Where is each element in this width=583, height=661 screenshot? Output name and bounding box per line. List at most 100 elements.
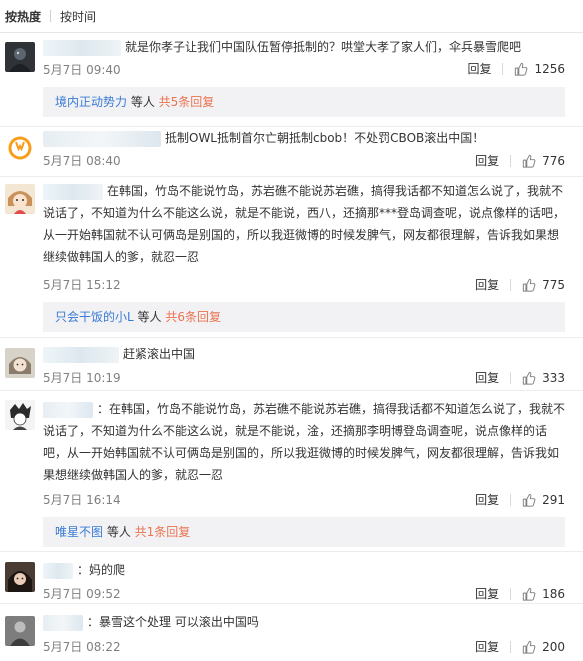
comment-item: 在韩国，竹岛不能说竹岛，苏岩礁不能说苏岩礁，搞得我话都不知道怎么说了，我就不说话… [0, 177, 583, 338]
comment-date: 5月7日 10:19 [43, 371, 121, 385]
thumbs-up-icon [522, 640, 536, 654]
divider [510, 587, 512, 600]
sort-by-hot-tab[interactable]: 按热度 [5, 8, 41, 25]
divider [510, 278, 512, 291]
comment-body: 抵制OWL抵制首尔亡朝抵制cbob！不处罚CBOB滚出中国！ [165, 131, 485, 145]
comment-item: 就是你孝子让我们中国队伍暂停抵制的？哄堂大孝了家人们，伞兵暴雪爬吧 5月7日 0… [0, 32, 583, 127]
thumbs-up-icon [522, 587, 536, 601]
comment-date: 5月7日 09:40 [43, 63, 121, 77]
sort-tabs: 按热度 按时间 [0, 0, 583, 32]
like-button[interactable]: 291 [522, 493, 565, 507]
comment-date: 5月7日 08:40 [43, 154, 121, 168]
grey-figure-avatar[interactable] [5, 616, 35, 646]
comment-actions: 回复 1256 [467, 60, 565, 77]
sub-reply-count-link[interactable]: 共5条回复 [159, 95, 215, 109]
like-button[interactable]: 1256 [514, 62, 565, 76]
reply-button[interactable]: 回复 [475, 369, 499, 386]
comment-text: ：暴雪这个处理 可以滚出中国吗 [43, 611, 567, 633]
reply-button[interactable]: 回复 [475, 276, 499, 293]
divider [510, 493, 512, 506]
comment-actions: 回复 200 [475, 638, 565, 655]
comment-body: ：在韩国，竹岛不能说竹岛，苏岩礁不能说苏岩礁，搞得我话都不知道怎么说了，我就不说… [43, 402, 566, 482]
sub-reply-count-link[interactable]: 共1条回复 [135, 525, 191, 539]
dark-figure-avatar[interactable] [5, 42, 35, 72]
username-redacted[interactable] [43, 183, 103, 200]
sub-reply-count-link[interactable]: 共6条回复 [165, 310, 221, 324]
sort-by-time-tab[interactable]: 按时间 [60, 8, 96, 25]
comment-actions: 回复 333 [475, 369, 565, 386]
sub-reply-user[interactable]: 只会干饭的小L [55, 310, 134, 324]
comment-text: ：妈的爬 [43, 559, 567, 581]
username-redacted[interactable] [43, 346, 119, 363]
sub-reply-connector: 等人 [133, 310, 166, 324]
comment-item: 赶紧滚出中国 5月7日 10:19 回复 333 [0, 338, 583, 391]
comment-date: 5月7日 08:22 [43, 640, 121, 654]
comment-text: ：在韩国，竹岛不能说竹岛，苏岩礁不能说苏岩礁，搞得我话都不知道怎么说了，我就不说… [43, 398, 567, 486]
comment-text: 就是你孝子让我们中国队伍暂停抵制的？哄堂大孝了家人们，伞兵暴雪爬吧 [43, 36, 567, 58]
reply-button[interactable]: 回复 [467, 60, 491, 77]
like-button[interactable]: 186 [522, 587, 565, 601]
sub-reply-summary[interactable]: 唯星不图 等人 共1条回复 [43, 517, 565, 547]
username-redacted[interactable] [43, 401, 93, 418]
divider [510, 371, 512, 384]
username-redacted[interactable] [43, 39, 121, 56]
thumbs-up-icon [522, 493, 536, 507]
sub-reply-user[interactable]: 唯星不图 [55, 525, 103, 539]
reply-button[interactable]: 回复 [475, 152, 499, 169]
sub-reply-connector: 等人 [103, 525, 135, 539]
comment-text: 抵制OWL抵制首尔亡朝抵制cbob！不处罚CBOB滚出中国！ [43, 127, 567, 149]
username-redacted[interactable] [43, 130, 161, 147]
reply-button[interactable]: 回复 [475, 585, 499, 602]
sub-reply-connector: 等人 [127, 95, 159, 109]
reply-button[interactable]: 回复 [475, 638, 499, 655]
comment-actions: 回复 291 [475, 491, 565, 508]
comment-date: 5月7日 16:14 [43, 493, 121, 507]
tab-divider [50, 10, 52, 22]
like-button[interactable]: 333 [522, 371, 565, 385]
comment-body: ：妈的爬 [77, 563, 126, 577]
like-button[interactable]: 200 [522, 640, 565, 654]
comment-body: 赶紧滚出中国 [123, 347, 196, 361]
sub-reply-summary[interactable]: 只会干饭的小L 等人 共6条回复 [43, 302, 565, 332]
like-count: 291 [542, 492, 565, 507]
like-button[interactable]: 775 [522, 278, 565, 292]
divider [502, 62, 504, 75]
comment-actions: 回复 775 [475, 276, 565, 293]
sub-reply-user[interactable]: 境内正动势力 [55, 95, 127, 109]
sketch-character-avatar[interactable] [5, 400, 35, 430]
like-count: 776 [542, 153, 565, 168]
like-count: 1256 [534, 61, 565, 76]
comment-body: 在韩国，竹岛不能说竹岛，苏岩礁不能说苏岩礁，搞得我话都不知道怎么说了，我就不说话… [43, 184, 566, 264]
comment-body: 就是你孝子让我们中国队伍暂停抵制的？哄堂大孝了家人们，伞兵暴雪爬吧 [125, 40, 522, 54]
comment-text: 在韩国，竹岛不能说竹岛，苏岩礁不能说苏岩礁，搞得我话都不知道怎么说了，我就不说话… [43, 180, 567, 268]
comment-date: 5月7日 15:12 [43, 278, 121, 292]
like-count: 200 [542, 639, 565, 654]
comment-date: 5月7日 09:52 [43, 587, 121, 601]
comment-item: ：在韩国，竹岛不能说竹岛，苏岩礁不能说苏岩礁，搞得我话都不知道怎么说了，我就不说… [0, 391, 583, 552]
comment-item: 抵制OWL抵制首尔亡朝抵制cbob！不处罚CBOB滚出中国！ 5月7日 08:4… [0, 126, 583, 177]
comment-item: ：妈的爬 5月7日 09:52 回复 186 [0, 552, 583, 604]
divider [510, 154, 512, 167]
dark-hair-avatar[interactable] [5, 562, 35, 592]
comment-text: 赶紧滚出中国 [43, 343, 567, 365]
comment-actions: 回复 776 [475, 152, 565, 169]
like-count: 775 [542, 277, 565, 292]
like-button[interactable]: 776 [522, 154, 565, 168]
reply-button[interactable]: 回复 [475, 491, 499, 508]
thumbs-up-icon [522, 154, 536, 168]
anime-character-avatar[interactable] [5, 348, 35, 378]
comment-body: ：暴雪这个处理 可以滚出中国吗 [87, 615, 259, 629]
thumbs-up-icon [522, 278, 536, 292]
overwatch-logo-avatar[interactable] [5, 133, 35, 163]
anime-girl-avatar[interactable] [5, 184, 35, 214]
thumbs-up-icon [515, 62, 528, 76]
like-count: 186 [542, 586, 565, 601]
comment-actions: 回复 186 [475, 585, 565, 602]
username-redacted[interactable] [43, 562, 73, 579]
thumbs-up-icon [522, 371, 536, 385]
divider [510, 640, 512, 653]
like-count: 333 [542, 370, 565, 385]
username-redacted[interactable] [43, 614, 83, 631]
sub-reply-summary[interactable]: 境内正动势力 等人 共5条回复 [43, 87, 565, 117]
comment-item: ：暴雪这个处理 可以滚出中国吗 5月7日 08:22 回复 200 [0, 604, 583, 661]
